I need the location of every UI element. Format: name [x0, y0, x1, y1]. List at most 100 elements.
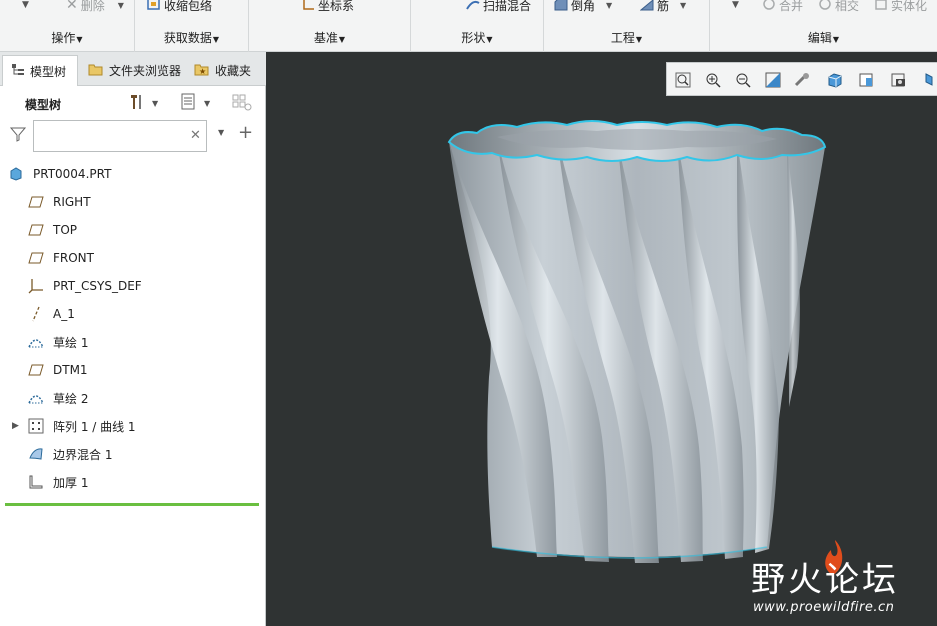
group-label-engineering[interactable]: 工程▼: [544, 29, 709, 46]
datum-display-icon[interactable]: [921, 70, 937, 90]
part-model[interactable]: [437, 117, 837, 580]
chevron-down-icon: ▼: [606, 0, 613, 10]
shrinkwrap-button[interactable]: 收缩包络: [147, 0, 212, 15]
caret-down-icon: ▼: [338, 35, 346, 44]
rib-button[interactable]: 筋 ▼: [639, 0, 686, 15]
caret-down-icon: ▼: [635, 35, 643, 44]
insert-here-indicator[interactable]: [5, 503, 259, 506]
chevron-down-icon: ▼: [117, 0, 124, 10]
svg-text:★: ★: [199, 67, 206, 76]
favorites-icon: ★: [194, 62, 210, 79]
view-toolbar: [666, 62, 937, 96]
tree-root[interactable]: PRT0004.PRT: [0, 162, 260, 186]
sketch-icon: [28, 390, 44, 406]
delete-icon: ✕: [66, 0, 78, 13]
coordinate-system-button[interactable]: 坐标系: [301, 0, 354, 15]
tree-item-csys[interactable]: PRT_CSYS_DEF: [0, 274, 260, 298]
ribbon-group-engineering: 倒角 ▼ 筋 ▼ 工程▼: [544, 0, 710, 52]
rib-icon: [639, 0, 654, 14]
tree-item-pattern[interactable]: ▶ 阵列 1 / 曲线 1: [0, 414, 260, 438]
tree-item-sketch-1[interactable]: 草绘 1: [0, 330, 260, 354]
group-label-editing[interactable]: 编辑▼: [710, 29, 937, 46]
chevron-down-icon[interactable]: ▼: [22, 0, 29, 10]
tree-columns-button[interactable]: [232, 93, 252, 113]
boundary-blend-icon: [28, 446, 44, 462]
chevron-down-icon: ▼: [204, 98, 211, 108]
navigator-panel: 模型树 文件夹浏览器 ★ 收藏夹 模型树 ▼ ▼ ✕ ▼ + PRT0004.P…: [0, 52, 266, 626]
repaint-icon[interactable]: [763, 70, 783, 90]
view-manager-icon[interactable]: [889, 70, 909, 90]
intersect-icon: [818, 0, 832, 14]
tree-item-front[interactable]: FRONT: [0, 246, 260, 270]
thicken-icon: [28, 474, 44, 490]
tree-show-button[interactable]: ▼: [180, 93, 210, 113]
tree-item-right[interactable]: RIGHT: [0, 190, 260, 214]
tree-item-axis[interactable]: A_1: [0, 302, 260, 326]
app-window: ▼ ✕ 删除 ▼ 操作▼ 收缩包络 获取数据▼ 坐标系 基准▼ 扫描混合 形状▼…: [0, 0, 937, 626]
display-style-icon[interactable]: [825, 70, 845, 90]
folder-browser-icon: [88, 62, 104, 79]
refit-icon[interactable]: [673, 70, 693, 90]
datum-plane-icon: [28, 250, 44, 266]
coordinate-system-icon: [28, 278, 44, 294]
chamfer-icon: [554, 0, 568, 14]
pattern-icon: [28, 418, 44, 434]
chevron-down-icon[interactable]: ▼: [218, 128, 224, 137]
chamfer-button[interactable]: 倒角 ▼: [554, 0, 612, 15]
add-icon[interactable]: +: [238, 122, 253, 143]
tab-folder-browser[interactable]: 文件夹浏览器: [80, 55, 182, 86]
sketch-icon: [28, 334, 44, 350]
merge-icon: [762, 0, 776, 14]
zoom-in-icon[interactable]: [703, 70, 723, 90]
datum-axis-icon: [28, 306, 44, 322]
tree-item-dtm1[interactable]: DTM1: [0, 358, 260, 382]
group-label-shapes[interactable]: 形状▼: [411, 29, 543, 46]
tab-model-tree[interactable]: 模型树: [2, 55, 78, 86]
expand-arrow-icon[interactable]: ▶: [12, 421, 19, 431]
ribbon-group-shapes: 扫描混合 形状▼: [411, 0, 544, 52]
document-icon: [180, 93, 196, 114]
tree-search-input[interactable]: [33, 120, 207, 152]
datum-plane-icon: [28, 362, 44, 378]
chevron-down-icon: ▼: [152, 98, 159, 108]
group-label-datum[interactable]: 基准▼: [249, 29, 410, 46]
watermark-logo: 野火论坛 www.proewildfire.cn: [751, 540, 937, 620]
datum-plane-icon: [28, 194, 44, 210]
ribbon-group-datum: 坐标系 基准▼: [249, 0, 411, 52]
group-label-get-data[interactable]: 获取数据▼: [135, 29, 248, 46]
caret-down-icon: ▼: [212, 35, 220, 44]
delete-button[interactable]: ✕ 删除 ▼: [66, 0, 124, 15]
graphics-viewport[interactable]: 野火论坛 www.proewildfire.cn: [267, 52, 937, 626]
spin-center-icon[interactable]: [793, 70, 813, 90]
shrinkwrap-icon: [147, 0, 161, 14]
tree-item-boundary-blend[interactable]: 边界混合 1: [0, 442, 260, 466]
model-tree-icon: [11, 63, 25, 80]
merge-button[interactable]: 合并: [762, 0, 803, 15]
solidify-button[interactable]: 实体化: [874, 0, 927, 15]
tools-icon: [128, 93, 146, 114]
tree-item-top[interactable]: TOP: [0, 218, 260, 242]
model-tree-title: 模型树: [25, 98, 62, 112]
datum-plane-icon: [28, 222, 44, 238]
intersect-button[interactable]: 相交: [818, 0, 859, 15]
swept-blend-icon: [466, 0, 480, 14]
tree-item-thicken[interactable]: 加厚 1: [0, 470, 260, 494]
group-label-operations[interactable]: 操作▼: [0, 29, 134, 46]
zoom-out-icon[interactable]: [733, 70, 753, 90]
tree-item-sketch-2[interactable]: 草绘 2: [0, 386, 260, 410]
clear-search-icon[interactable]: ✕: [190, 128, 201, 143]
swept-blend-button[interactable]: 扫描混合: [466, 0, 531, 15]
ribbon-group-get-data: 收缩包络 获取数据▼: [135, 0, 249, 52]
saved-orientations-icon[interactable]: [857, 70, 877, 90]
caret-down-icon: ▼: [832, 35, 840, 44]
ribbon-group-editing: ▼ 合并 相交 实体化 编辑▼: [710, 0, 937, 52]
watermark-url: www.proewildfire.cn: [753, 600, 895, 615]
tab-favorites[interactable]: ★ 收藏夹: [186, 55, 264, 86]
ribbon-group-operations: ▼ ✕ 删除 ▼ 操作▼: [0, 0, 135, 52]
chevron-down-icon[interactable]: ▼: [732, 0, 739, 10]
coordinate-system-icon: [301, 0, 315, 14]
filter-icon[interactable]: [9, 126, 27, 145]
tree-settings-button[interactable]: ▼: [128, 93, 158, 113]
grid-icon: [232, 93, 252, 114]
ribbon: ▼ ✕ 删除 ▼ 操作▼ 收缩包络 获取数据▼ 坐标系 基准▼ 扫描混合 形状▼…: [0, 0, 937, 52]
